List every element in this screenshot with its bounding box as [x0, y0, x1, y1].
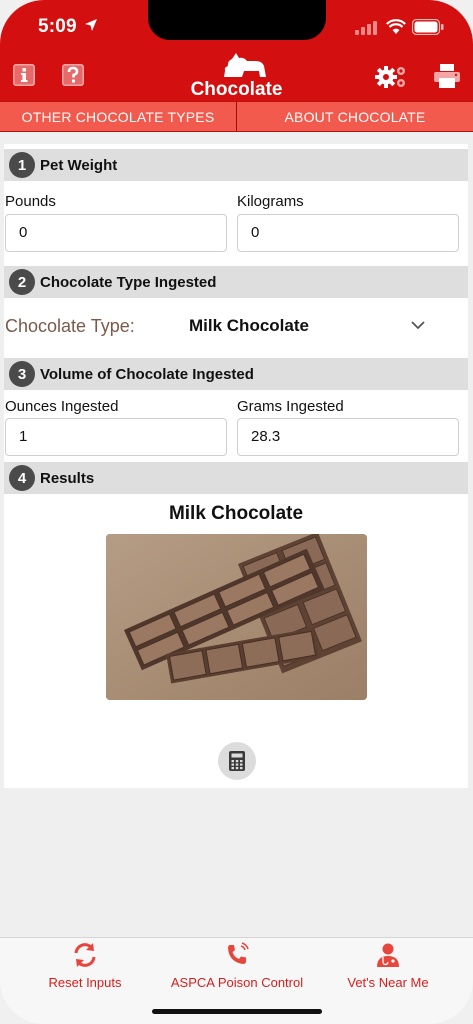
section-number-badge: 2 [9, 269, 35, 295]
milk-chocolate-photo [106, 534, 367, 700]
phone-call-icon [228, 942, 249, 964]
location-arrow-icon [85, 19, 97, 31]
reset-inputs-label: Reset Inputs [48, 975, 122, 990]
battery-icon [412, 19, 444, 35]
result-chocolate-name: Milk Chocolate [168, 503, 304, 524]
status-bar: 5:09 [0, 0, 473, 54]
section-header-volume: 3 Volume of Chocolate Ingested [4, 358, 468, 390]
status-time: 5:09 [38, 16, 77, 37]
section-title: Pet Weight [40, 156, 118, 174]
poison-control-button[interactable]: ASPCA Poison Control [162, 942, 312, 990]
reset-inputs-button[interactable]: Reset Inputs [40, 942, 130, 990]
section-title: Chocolate Type Ingested [40, 273, 217, 291]
tab-other-chocolate-types[interactable]: OTHER CHOCOLATE TYPES [0, 102, 236, 131]
section-number-badge: 3 [9, 361, 35, 387]
chocolate-image [106, 534, 367, 700]
calculator-icon [229, 751, 245, 771]
refresh-icon [74, 943, 96, 967]
settings-icon [375, 66, 405, 88]
section-number-badge: 4 [9, 465, 35, 491]
section-title: Volume of Chocolate Ingested [40, 365, 254, 383]
chocolate-type-select[interactable]: Milk Chocolate [189, 316, 309, 336]
section-header-chocolate-type: 2 Chocolate Type Ingested [4, 266, 468, 298]
calculator-form: 1 Pet Weight Pounds 0 Kilograms 0 2 Choc… [4, 144, 468, 788]
kilograms-input[interactable]: 0 [237, 214, 459, 252]
section-header-pet-weight: 1 Pet Weight [4, 149, 468, 181]
pounds-label: Pounds [5, 193, 56, 210]
grams-label: Grams Ingested [237, 398, 344, 415]
section-number-badge: 1 [9, 152, 35, 178]
section-title: Results [40, 469, 95, 487]
calculate-button[interactable] [218, 742, 256, 780]
top-tabs: OTHER CHOCOLATE TYPES ABOUT CHOCOLATE [0, 101, 473, 132]
pounds-input[interactable]: 0 [5, 214, 227, 252]
tab-about-chocolate[interactable]: ABOUT CHOCOLATE [236, 102, 473, 131]
cellular-signal-icon [355, 21, 377, 35]
dogs-logo-icon [224, 53, 266, 77]
wifi-icon [386, 19, 406, 34]
vets-near-me-label: Vet's Near Me [347, 975, 429, 990]
ounces-label: Ounces Ingested [5, 398, 119, 415]
grams-input[interactable]: 28.3 [237, 418, 459, 456]
poison-control-label: ASPCA Poison Control [170, 975, 304, 990]
device-notch [148, 0, 326, 40]
home-indicator[interactable] [152, 1009, 322, 1014]
kilograms-label: Kilograms [237, 193, 304, 210]
print-icon [434, 64, 460, 88]
phone-screen: 5:09 Chocolate OTHER CHOCOLATE TYPES ABO… [0, 0, 473, 1024]
chevron-down-icon[interactable] [410, 320, 426, 330]
section-header-results: 4 Results [4, 462, 468, 494]
settings-button[interactable] [375, 64, 409, 95]
print-button[interactable] [434, 64, 460, 93]
app-header: 5:09 Chocolate [0, 0, 473, 101]
veterinarian-icon [377, 943, 399, 967]
vets-near-me-button[interactable]: Vet's Near Me [338, 942, 438, 990]
ounces-input[interactable]: 1 [5, 418, 227, 456]
chocolate-type-label: Chocolate Type: [5, 316, 135, 336]
